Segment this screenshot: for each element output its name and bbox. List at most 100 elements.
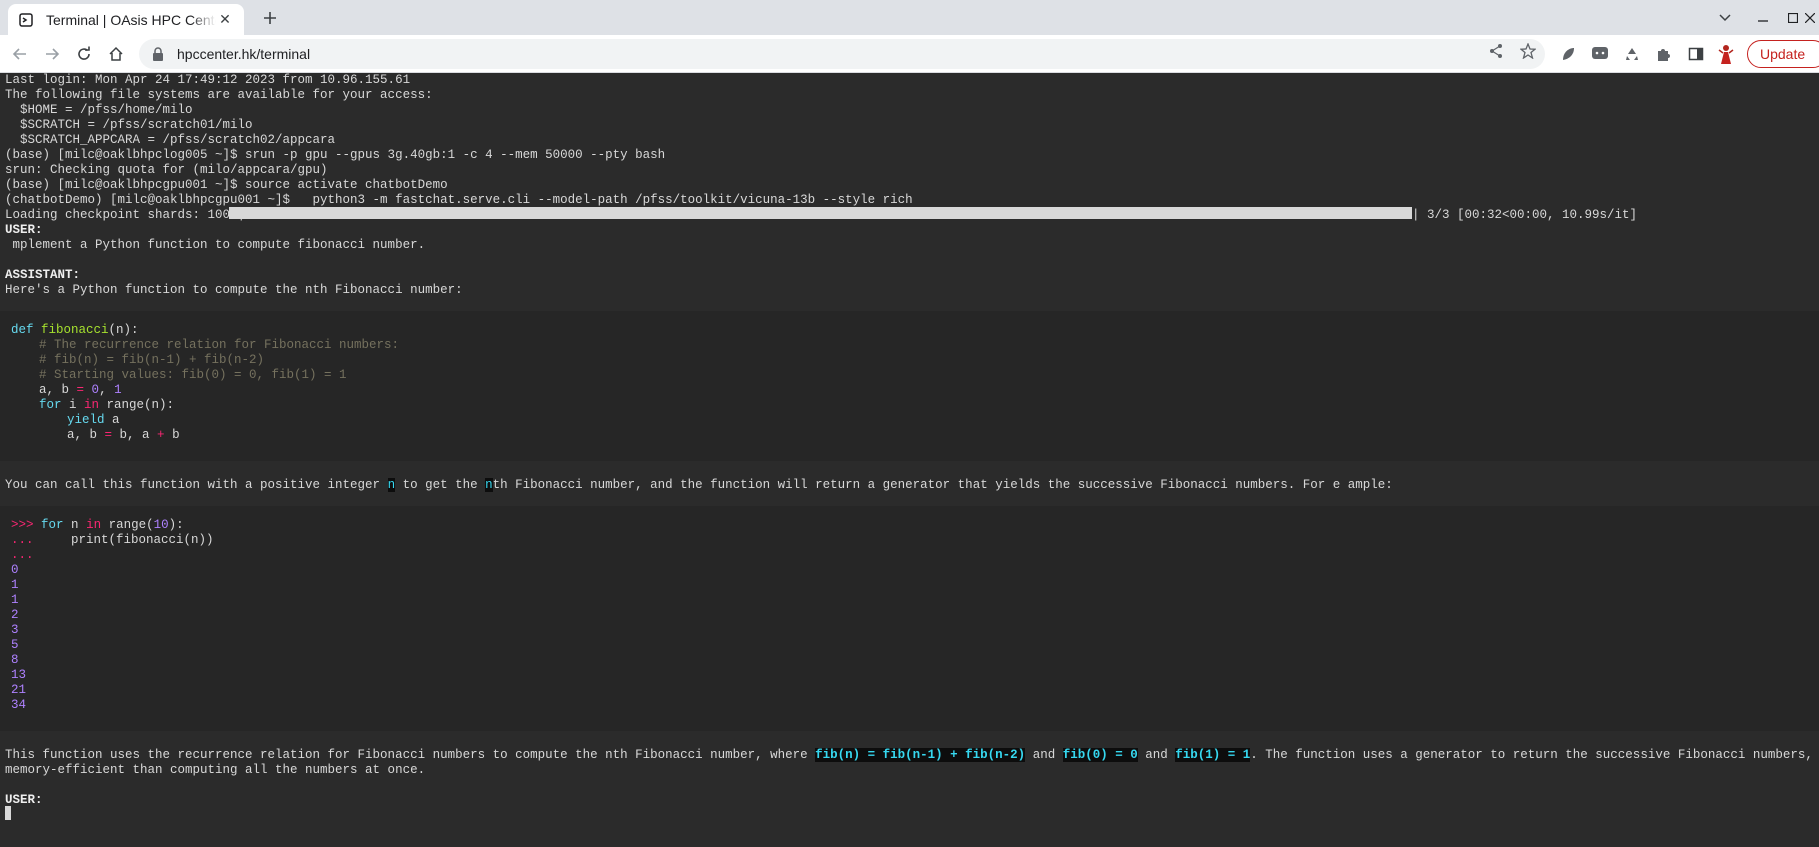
progress-label: Loading checkpoint shards: 100%| [5,208,246,222]
tab-terminal[interactable]: Terminal | OAsis HPC Center ✕ [8,4,244,35]
extension-leaf-icon[interactable] [1558,44,1578,64]
code-block-fibonacci: def fibonacci(n): # The recurrence relat… [0,311,1819,461]
code-line-assign: a, b = 0, 1 [39,383,122,398]
extension-recycle-icon[interactable] [1622,44,1642,64]
home-icon[interactable] [104,42,128,66]
side-panel-icon[interactable] [1686,44,1706,64]
code-comment: # Starting values: fib(0) = 0, fib(1) = … [39,368,347,382]
extensions-puzzle-icon[interactable] [1654,44,1674,64]
explanation-line: You can call this function with a positi… [5,478,1393,493]
repl-continuation: ... [11,533,34,547]
number: 0 [91,383,100,397]
text: to get the [395,478,486,492]
browser-toolbar: hpccenter.hk/terminal Update [0,35,1819,73]
tab-search-chevron-icon[interactable] [1713,6,1737,30]
output-value: 1 [11,578,19,592]
new-tab-button[interactable] [258,6,282,30]
keyword: def [11,323,34,337]
inline-code: fib(n) = fib(n-1) + fib(n-2) [815,748,1026,762]
terminal-line: (base) [milc@oaklbhpcgpu001 ~]$ source a… [5,178,448,192]
code-line-yield: yield a [67,413,120,428]
output-value: 0 [11,563,19,577]
lock-icon[interactable] [151,47,165,61]
code-text: i [61,398,85,412]
code-block-example: >>> for n in range(10): ... print(fibona… [0,506,1819,731]
close-tab-icon[interactable]: ✕ [216,11,234,29]
terminal-favicon-icon [18,12,34,28]
inline-code: n [387,478,396,492]
code-text: b [164,428,180,442]
keyword: for [39,398,62,412]
update-label: Update [1760,46,1806,62]
summary-line: memory-efficient than computing all the … [5,763,426,777]
code-text: a [104,413,120,427]
reload-icon[interactable] [72,42,96,66]
output-value: 3 [11,623,19,637]
forward-arrow-icon[interactable] [40,42,64,66]
inline-code: fib(0) = 0 [1062,748,1138,762]
code-text: , [99,383,115,397]
code-line-for: >>> for n in range(10): [11,518,184,533]
keyword-in: in [84,398,100,412]
inline-code: fib(1) = 1 [1175,748,1251,762]
text: . The function uses a generator to retur… [1250,748,1813,762]
terminal-line: $SCRATCH = /pfss/scratch01/milo [5,118,253,132]
close-window-icon[interactable] [1798,6,1819,30]
terminal-cursor [5,806,11,820]
code-comment: # The recurrence relation for Fibonacci … [39,338,400,352]
extension-chat-icon[interactable] [1590,44,1610,64]
keyword-in: in [86,518,102,532]
terminal-line: (base) [milc@oaklbhpclog005 ~]$ srun -p … [5,148,666,162]
number: 10 [153,518,169,532]
output-value: 8 [11,653,19,667]
code-text: b, a [112,428,158,442]
terminal-line: The following file systems are available… [5,88,433,102]
back-arrow-icon[interactable] [8,42,32,66]
user-message: mplement a Python function to compute fi… [5,238,426,252]
inline-code: n [485,478,493,492]
code-text: print(fibonacci(n)) [33,533,214,547]
address-bar[interactable]: hpccenter.hk/terminal [139,39,1545,69]
bookmark-star-icon[interactable] [1519,42,1537,60]
update-button[interactable]: Update [1747,40,1819,68]
number: 1 [114,383,122,397]
code-text: range(n): [99,398,175,412]
terminal-screen[interactable]: Last login: Mon Apr 24 17:49:12 2023 fro… [0,73,1819,847]
text: th Fibonacci number, and the function wi… [492,478,1393,492]
summary-line: This function uses the recurrence relati… [5,748,1819,763]
code-line-for: for i in range(n): [39,398,174,413]
keyword: for [41,518,64,532]
code-text: range( [101,518,154,532]
operator: = [76,383,85,397]
output-value: 34 [11,698,27,712]
operator: + [157,428,165,442]
output-value: 2 [11,608,19,622]
code-text: a, b [39,383,77,397]
code-text: (n): [108,323,139,337]
terminal-line: (chatbotDemo) [milc@oaklbhpcgpu001 ~]$ p… [5,193,913,207]
user-label: USER: [5,223,43,237]
code-text: ): [168,518,184,532]
repl-prompt: >>> [11,518,34,532]
code-line-update: a, b = b, a + b [67,428,180,443]
text: and [1137,748,1176,762]
terminal-line: $SCRATCH_APPCARA = /pfss/scratch02/appca… [5,133,336,147]
terminal-line: srun: Checking quota for (milo/appcara/g… [5,163,328,177]
output-value: 21 [11,683,27,697]
code-comment: # fib(n) = fib(n-1) + fib(n-2) [39,353,265,367]
operator: = [104,428,113,442]
tab-title: Terminal | OAsis HPC Center [46,11,216,28]
code-text: n [63,518,87,532]
function-name: fibonacci [41,323,109,337]
profile-avatar[interactable] [1716,44,1736,64]
code-line-print: ... print(fibonacci(n)) [11,533,214,548]
assistant-intro: Here's a Python function to compute the … [5,283,463,297]
text: and [1025,748,1063,762]
code-text: a, b [67,428,105,442]
progress-suffix: | 3/3 [00:32<00:00, 10.99s/it] [1412,208,1638,222]
share-icon[interactable] [1487,42,1505,60]
terminal-line: Last login: Mon Apr 24 17:49:12 2023 fro… [5,73,411,87]
tab-strip: Terminal | OAsis HPC Center ✕ [0,0,1819,35]
code-line-def: def fibonacci(n): [11,323,139,338]
minimize-icon[interactable] [1751,6,1775,30]
